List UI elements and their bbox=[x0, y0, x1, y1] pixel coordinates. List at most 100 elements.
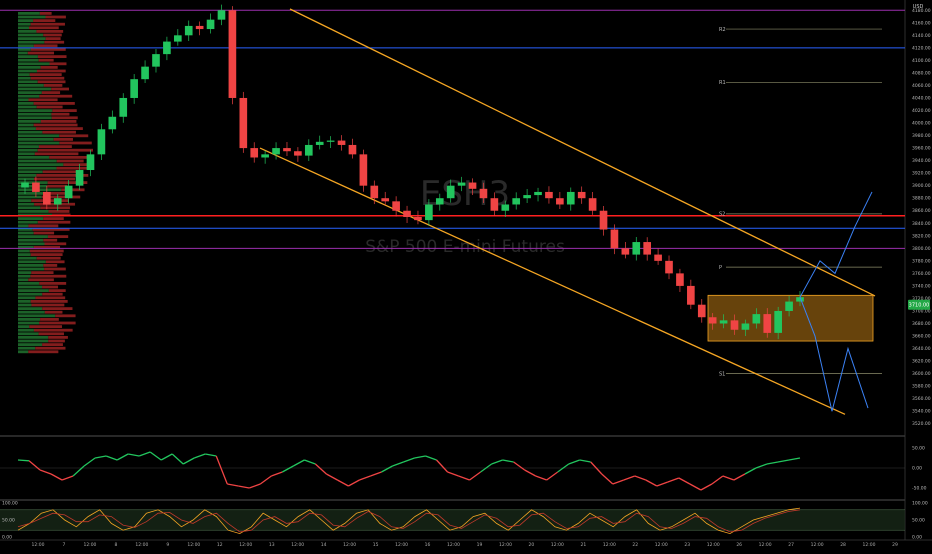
profile-bar-down bbox=[61, 188, 85, 192]
profile-bar-up bbox=[18, 166, 57, 170]
profile-bar-up bbox=[18, 325, 30, 328]
profile-bar-up bbox=[18, 332, 39, 336]
profile-bar-up bbox=[18, 199, 32, 202]
time-tick-label: 12:00 bbox=[291, 542, 304, 548]
profile-bar-up bbox=[18, 66, 41, 69]
stoch-tick-label: 100.00 bbox=[912, 501, 928, 507]
profile-bar-up bbox=[18, 130, 43, 134]
profile-bar-down bbox=[30, 253, 63, 256]
profile-bar-down bbox=[29, 73, 62, 76]
profile-bar-down bbox=[30, 22, 65, 26]
profile-bar-up bbox=[18, 73, 30, 76]
time-tick-label: 20 bbox=[529, 542, 535, 548]
candle-body bbox=[741, 323, 750, 330]
profile-bar-up bbox=[18, 177, 34, 181]
candle-body bbox=[523, 195, 531, 199]
time-tick-label: 22 bbox=[632, 542, 638, 548]
candle-body bbox=[261, 154, 269, 158]
candle-body bbox=[239, 97, 248, 149]
candle-body bbox=[119, 97, 128, 117]
profile-bar-down bbox=[43, 84, 63, 87]
time-tick-label: 12:00 bbox=[655, 542, 668, 548]
profile-bar-down bbox=[28, 350, 59, 354]
profile-bar-down bbox=[45, 15, 66, 19]
candle-body bbox=[250, 148, 259, 158]
candle-body bbox=[687, 285, 695, 305]
candle-body bbox=[457, 182, 466, 186]
time-tick-label: 12:00 bbox=[759, 542, 772, 548]
profile-bar-down bbox=[39, 12, 52, 15]
rsi-tick-label: -50.00 bbox=[912, 486, 927, 492]
time-tick-label: 12:00 bbox=[499, 542, 512, 548]
profile-bar-up bbox=[18, 170, 43, 174]
profile-bar-up bbox=[18, 217, 44, 220]
profile-bar-up bbox=[18, 267, 45, 271]
time-tick-label: 16 bbox=[425, 542, 431, 548]
time-tick-label: 12:00 bbox=[343, 542, 356, 548]
profile-bar-down bbox=[30, 300, 68, 303]
profile-bar-up bbox=[18, 206, 41, 210]
candle-body bbox=[304, 144, 313, 156]
profile-bar-up bbox=[18, 274, 31, 278]
profile-bar-up bbox=[18, 30, 37, 33]
candle-body bbox=[435, 198, 444, 205]
time-tick-label: 12:00 bbox=[83, 542, 96, 548]
profile-bar-down bbox=[48, 289, 66, 292]
time-tick-label: 12:00 bbox=[135, 542, 148, 548]
time-tick-label: 21 bbox=[580, 542, 586, 548]
candle-body bbox=[381, 198, 390, 202]
candle-body bbox=[665, 260, 673, 274]
price-tick-label: 3740.00 bbox=[912, 283, 931, 289]
profile-bar-down bbox=[29, 249, 64, 253]
profile-bar-up bbox=[18, 91, 42, 94]
candle-body bbox=[632, 242, 641, 255]
profile-bar-down bbox=[42, 292, 63, 296]
profile-bar-up bbox=[18, 127, 36, 130]
profile-bar-down bbox=[55, 314, 76, 318]
profile-bar-down bbox=[48, 339, 65, 343]
profile-bar-up bbox=[18, 321, 40, 325]
profile-bar-down bbox=[37, 80, 66, 84]
price-tick-label: 3960.00 bbox=[912, 146, 931, 152]
candle-body bbox=[337, 140, 346, 145]
candle-body bbox=[654, 254, 662, 261]
profile-bar-up bbox=[18, 102, 34, 105]
candle-body bbox=[414, 217, 422, 221]
profile-bar-down bbox=[42, 130, 76, 134]
profile-bar-down bbox=[45, 260, 65, 264]
profile-bar-up bbox=[18, 116, 52, 120]
profile-bar-down bbox=[39, 282, 67, 285]
profile-bar-up bbox=[18, 156, 50, 159]
profile-bar-down bbox=[42, 285, 59, 289]
candle-body bbox=[43, 191, 51, 205]
profile-bar-down bbox=[33, 19, 56, 22]
price-tick-label: 3860.00 bbox=[912, 208, 931, 214]
profile-bar-up bbox=[18, 80, 38, 84]
candle-body bbox=[217, 10, 226, 20]
profile-bar-up bbox=[18, 318, 41, 321]
profile-bar-down bbox=[33, 328, 73, 332]
price-tick-label: 3820.00 bbox=[912, 233, 931, 239]
candle-body bbox=[315, 141, 324, 145]
time-tick-label: 12:00 bbox=[239, 542, 252, 548]
profile-bar-up bbox=[18, 303, 32, 307]
profile-bar-up bbox=[18, 328, 34, 332]
candle-body bbox=[403, 210, 411, 217]
time-tick-label: 12:00 bbox=[603, 542, 616, 548]
profile-bar-down bbox=[29, 26, 59, 30]
rsi-tick-label: 50.00 bbox=[912, 446, 925, 452]
profile-bar-down bbox=[37, 148, 93, 152]
profile-bar-down bbox=[28, 278, 54, 282]
time-tick-label: 12 bbox=[217, 542, 223, 548]
candle-body bbox=[108, 116, 117, 130]
profile-bar-up bbox=[18, 98, 29, 102]
price-tick-label: 3580.00 bbox=[912, 384, 931, 390]
profile-bar-up bbox=[18, 174, 37, 177]
profile-bar-down bbox=[63, 163, 88, 166]
price-tick-label: 4060.00 bbox=[912, 83, 931, 89]
candle-body bbox=[272, 148, 280, 155]
price-tick-label: 3600.00 bbox=[912, 371, 931, 377]
chart-root: ESH3 S&P 500 E-mini Futures USD R2 R1 P S1 S… bbox=[0, 0, 932, 550]
profile-bar-up bbox=[18, 134, 60, 138]
profile-bar-up bbox=[18, 123, 34, 127]
